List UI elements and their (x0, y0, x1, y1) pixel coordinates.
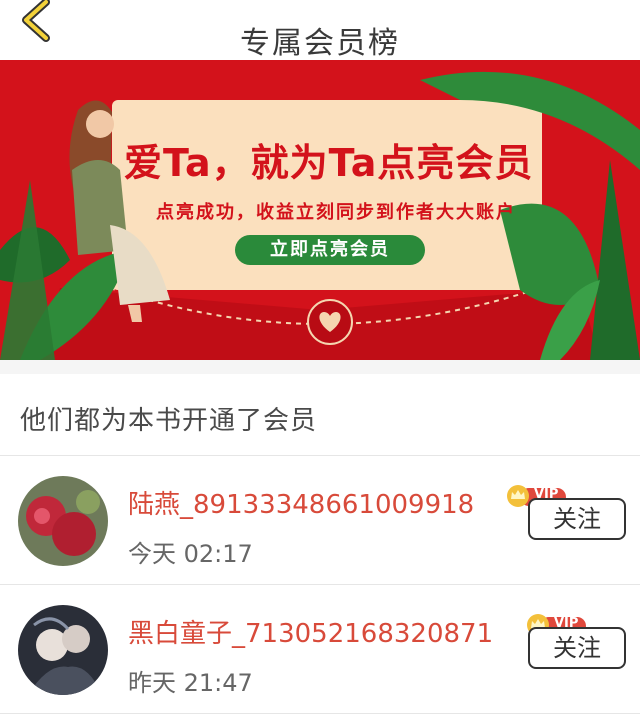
section-title: 他们都为本书开通了会员 (20, 406, 318, 436)
top-bar: 专属会员榜 (0, 0, 640, 61)
follow-button[interactable]: 关注 (528, 498, 626, 540)
follow-button[interactable]: 关注 (528, 627, 626, 669)
member-row: 黑白童子_713052168320871 VIP 昨天 21:47 关注 (0, 585, 640, 713)
member-time: 昨天 21:47 (128, 669, 253, 697)
member-name[interactable]: 陆燕_89133348661009918 (128, 484, 474, 521)
section-gap (0, 360, 640, 374)
banner-headline: 爱Ta，就为Ta点亮会员 (124, 141, 534, 185)
page-title: 专属会员榜 (240, 26, 400, 61)
banner-subline: 点亮成功，收益立刻同步到作者大大账户 (156, 202, 516, 223)
avatar[interactable] (18, 476, 108, 566)
avatar[interactable] (18, 605, 108, 695)
activate-membership-button[interactable]: 立即点亮会员 (235, 235, 425, 265)
membership-banner[interactable]: 爱Ta，就为Ta点亮会员 点亮成功，收益立刻同步到作者大大账户 立即点亮会员 (0, 60, 640, 360)
member-row: 陆燕_89133348661009918 VIP 今天 02:17 关注 (0, 456, 640, 584)
member-time: 今天 02:17 (128, 540, 253, 568)
divider (0, 713, 640, 714)
member-name[interactable]: 黑白童子_713052168320871 (128, 613, 493, 650)
